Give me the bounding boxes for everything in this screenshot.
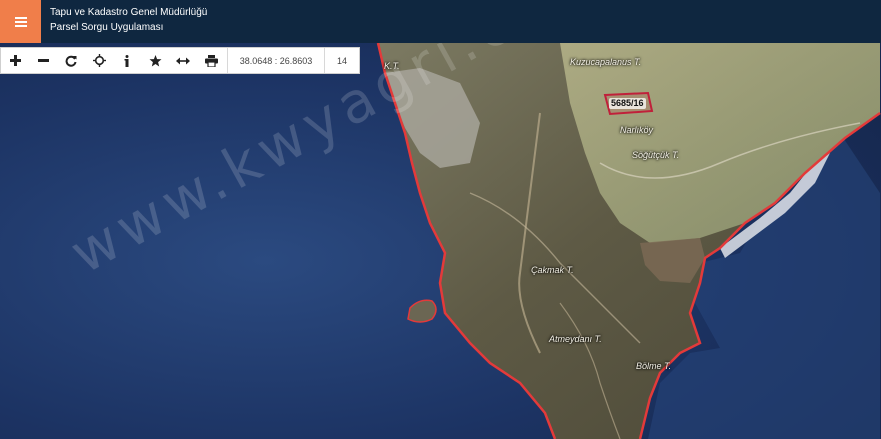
crosshair-icon xyxy=(92,54,106,67)
map-label-bolme: Bölme T. xyxy=(636,361,672,371)
map-label-kot: K.T. xyxy=(384,61,400,71)
plus-icon xyxy=(9,55,21,66)
zoom-level-readout: 14 xyxy=(336,55,347,66)
app-subtitle: Parsel Sorgu Uygulaması xyxy=(50,22,164,33)
refresh-button[interactable] xyxy=(57,48,85,73)
map-label-cakmak: Çakmak T. xyxy=(531,265,574,275)
hamburger-menu-button[interactable] xyxy=(0,0,41,43)
info-icon xyxy=(124,54,129,67)
refresh-icon xyxy=(65,55,77,67)
map-label-sogutcuk: Söğütçük T. xyxy=(632,150,680,160)
coordinate-readout: 38.0648 : 26.8603 xyxy=(227,48,325,73)
star-icon xyxy=(149,54,161,66)
app-header: Tapu ve Kadastro Genel Müdürlüğü Parsel … xyxy=(0,0,881,43)
map-imagery xyxy=(0,42,881,439)
arrows-horizontal-icon xyxy=(176,57,190,64)
map-label-atmeydani: Atmeydanı T. xyxy=(549,334,602,344)
measure-button[interactable] xyxy=(169,48,197,73)
app-titles: Tapu ve Kadastro Genel Müdürlüğü Parsel … xyxy=(41,0,207,43)
parcel-label[interactable]: 5685/16 xyxy=(609,98,646,109)
minus-icon xyxy=(37,59,49,62)
zoom-in-button[interactable] xyxy=(1,48,29,73)
printer-icon xyxy=(204,54,218,67)
locate-button[interactable] xyxy=(85,48,113,73)
hamburger-menu-icon xyxy=(14,16,27,27)
print-button[interactable] xyxy=(197,48,225,73)
favorite-button[interactable] xyxy=(141,48,169,73)
zoom-out-button[interactable] xyxy=(29,48,57,73)
map-view[interactable]: K.T. Kuzucapalanus T. Narlıköy Söğütçük … xyxy=(0,42,881,439)
info-button[interactable] xyxy=(113,48,141,73)
map-label-narlikoy: Narlıköy xyxy=(620,125,654,135)
map-label-kuzucapalanus: Kuzucapalanus T. xyxy=(570,57,642,67)
app-title: Tapu ve Kadastro Genel Müdürlüğü xyxy=(50,7,208,18)
map-toolbar: 38.0648 : 26.8603 14 xyxy=(0,47,360,74)
